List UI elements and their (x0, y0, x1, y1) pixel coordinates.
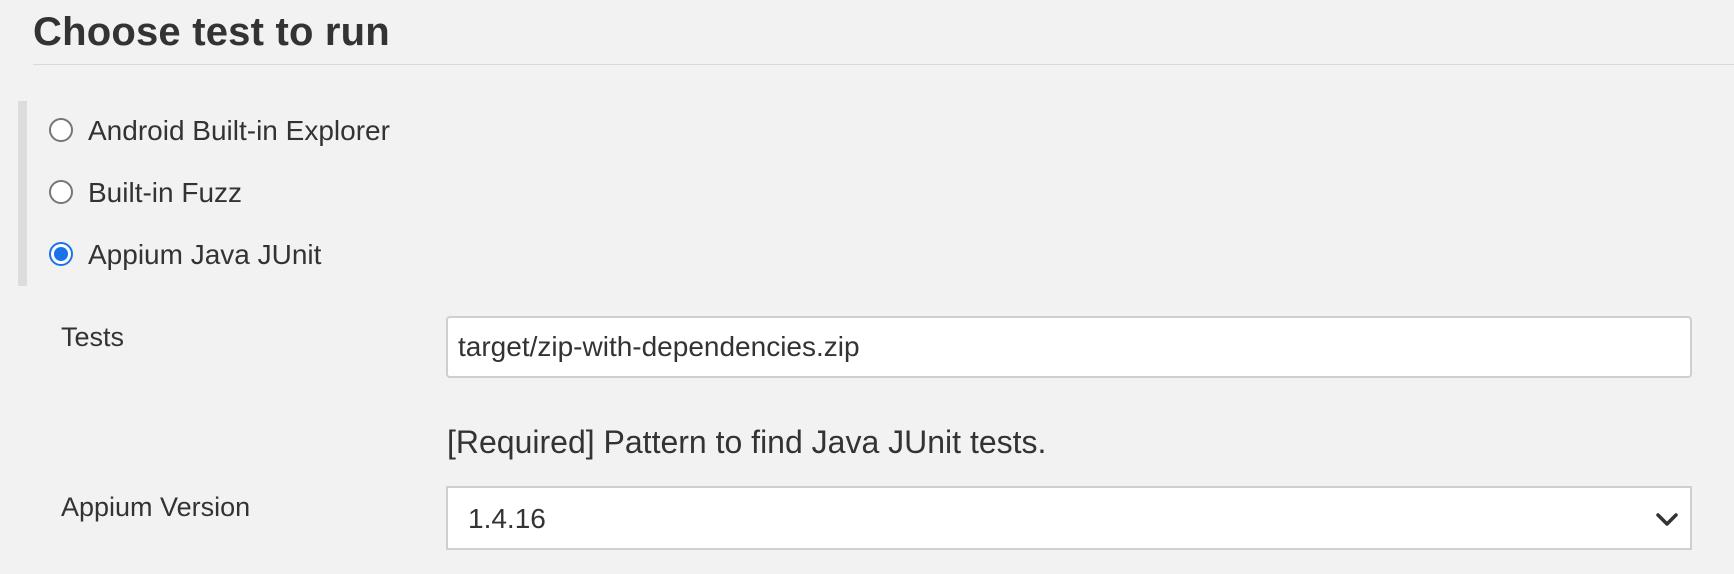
radio-button-selected[interactable] (49, 242, 73, 266)
appium-version-select[interactable]: 1.4.16 (446, 486, 1692, 550)
radio-button[interactable] (49, 180, 73, 204)
tests-input[interactable] (446, 316, 1692, 378)
appium-version-selected-value: 1.4.16 (468, 503, 546, 534)
radio-label: Appium Java JUnit (88, 239, 322, 270)
radio-label: Built-in Fuzz (88, 177, 243, 208)
appium-version-label: Appium Version (61, 492, 251, 522)
radio-label: Android Built-in Explorer (88, 115, 390, 146)
tests-help-text: [Required] Pattern to find Java JUnit te… (447, 424, 1047, 460)
tests-label: Tests (61, 322, 125, 352)
section-title: Choose test to run (33, 10, 390, 54)
test-type-radio-group: Android Built-in Explorer Built-in Fuzz … (18, 101, 527, 286)
radio-button[interactable] (49, 118, 73, 142)
test-config-panel: Choose test to run Android Built-in Expl… (0, 0, 1734, 574)
chevron-down-icon (1656, 513, 1678, 526)
title-divider (33, 64, 1734, 65)
